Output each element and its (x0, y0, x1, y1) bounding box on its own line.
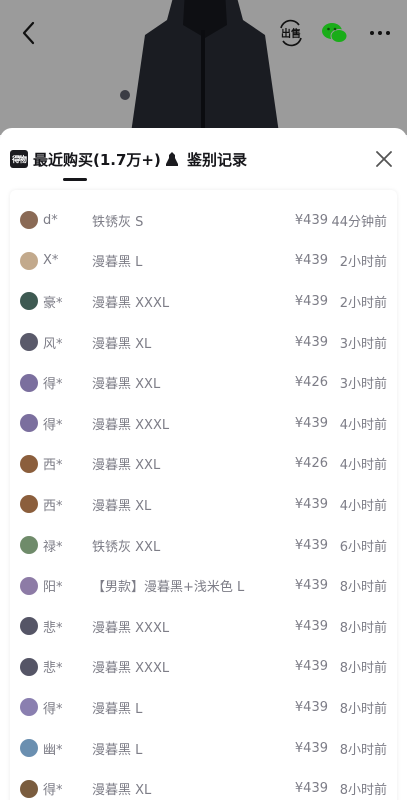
buyer-avatar (20, 251, 38, 270)
buyer-avatar (20, 454, 38, 473)
product-spec: 漫暮黑 XL (92, 336, 152, 352)
buyer-name: 西* (43, 458, 63, 474)
purchase-row: 得* 漫暮黑 L ¥439 8小时前 (10, 687, 397, 728)
purchase-time: 2小时前 (339, 295, 387, 311)
buyer-avatar (20, 739, 38, 758)
purchase-time: 6小时前 (339, 539, 387, 555)
purchase-sheet: 得物 最近购买(1.7万+) 鉴别记录 d* 铁锈灰 S ¥439 44分钟前 X* 漫暮… (0, 128, 407, 800)
purchase-time: 4小时前 (339, 498, 387, 514)
buyer-avatar (20, 495, 38, 514)
product-spec: 漫暮黑 XXXL (92, 417, 170, 433)
buyer-name: d* (43, 212, 58, 228)
purchase-row: 幽* 漫暮黑 L ¥439 8小时前 (10, 728, 397, 769)
buyer-avatar (20, 414, 38, 433)
product-spec: 铁锈灰 XXL (92, 539, 161, 555)
purchase-row: 悲* 漫暮黑 XXXL ¥439 8小时前 (10, 647, 397, 688)
product-spec: 漫暮黑 XXL (92, 458, 161, 474)
product-spec: 漫暮黑 XL (92, 783, 152, 799)
buyer-name: 豪* (43, 295, 63, 311)
product-spec: 漫暮黑 XXXL (92, 295, 170, 311)
purchase-time: 8小时前 (339, 661, 387, 677)
product-header: 出售 (0, 0, 407, 135)
product-spec: 漫暮黑 L (92, 701, 143, 717)
buyer-avatar (20, 576, 38, 595)
more-icon (370, 31, 390, 35)
more-button[interactable] (365, 18, 395, 48)
buyer-avatar (20, 617, 38, 636)
wechat-share-button[interactable] (320, 18, 350, 48)
purchase-row: d* 铁锈灰 S ¥439 44分钟前 (10, 200, 397, 241)
buyer-name: 得* (43, 783, 63, 799)
purchase-row: 得* 漫暮黑 XL ¥439 8小时前 (10, 768, 397, 800)
product-spec: 漫暮黑 XXXL (92, 661, 170, 677)
purchase-row: 得* 漫暮黑 XXL ¥426 3小时前 (10, 362, 397, 403)
purchase-row: 禄* 铁锈灰 XXL ¥439 6小时前 (10, 525, 397, 566)
active-tab-indicator (63, 178, 87, 181)
product-spec: 铁锈灰 S (92, 214, 144, 230)
back-icon (22, 21, 35, 45)
buyer-avatar (20, 657, 38, 676)
sell-icon: 出售 (280, 19, 302, 47)
product-spec: 漫暮黑 XL (92, 498, 152, 514)
purchase-time: 8小时前 (339, 742, 387, 758)
purchase-time: 8小时前 (339, 701, 387, 717)
purchase-row: 豪* 漫暮黑 XXXL ¥439 2小时前 (10, 281, 397, 322)
purchase-row: 风* 漫暮黑 XL ¥439 3小时前 (10, 322, 397, 363)
purchase-time: 8小时前 (339, 580, 387, 596)
product-spec: 漫暮黑 XXXL (92, 620, 170, 636)
purchase-time: 4小时前 (339, 417, 387, 433)
tab-auth-label: 鉴别记录 (187, 150, 248, 169)
dewu-logo-icon: 得物 (10, 150, 28, 168)
buyer-avatar (20, 211, 38, 230)
purchase-list: d* 铁锈灰 S ¥439 44分钟前 X* 漫暮黑 L ¥439 2小时前 豪* 漫暮黑 XXX… (10, 190, 397, 800)
purchase-row: 西* 漫暮黑 XL ¥439 4小时前 (10, 484, 397, 525)
product-image (120, 0, 280, 135)
sell-button[interactable]: 出售 (276, 18, 306, 48)
buyer-name: 悲* (43, 620, 63, 636)
purchase-time: 3小时前 (339, 377, 387, 393)
buyer-name: X* (43, 253, 59, 269)
tab-recent-label: 最近购买(1.7万+) (33, 150, 161, 169)
purchase-row: 阳* 【男款】漫暮黑+浅米色 L ¥439 8小时前 (10, 565, 397, 606)
purchase-time: 44分钟前 (331, 214, 387, 230)
buyer-avatar (20, 779, 38, 798)
buyer-name: 幽* (43, 742, 63, 758)
purchase-time: 8小时前 (339, 783, 387, 799)
purchase-row: 得* 漫暮黑 XXXL ¥439 4小时前 (10, 403, 397, 444)
sheet-tabs: 得物 最近购买(1.7万+) 鉴别记录 (0, 128, 407, 186)
tab-recent-purchases[interactable]: 得物 最近购买(1.7万+) (10, 148, 161, 170)
buyer-name: 禄* (43, 539, 63, 555)
buyer-avatar (20, 536, 38, 555)
purchase-time: 8小时前 (339, 620, 387, 636)
buyer-name: 得* (43, 701, 63, 717)
purchase-time: 2小时前 (339, 255, 387, 271)
buyer-name: 阳* (43, 580, 63, 596)
buyer-avatar (20, 333, 38, 352)
buyer-name: 悲* (43, 661, 63, 677)
back-button[interactable] (14, 18, 44, 48)
tab-authentication-records[interactable]: 鉴别记录 (163, 148, 247, 170)
product-spec: 【男款】漫暮黑+浅米色 L (92, 580, 245, 596)
product-spec: 漫暮黑 L (92, 255, 143, 271)
purchase-row: 西* 漫暮黑 XXL ¥426 4小时前 (10, 444, 397, 485)
authentication-icon (166, 152, 178, 166)
buyer-name: 得* (43, 377, 63, 393)
wechat-icon (322, 23, 348, 43)
buyer-name: 得* (43, 417, 63, 433)
purchase-time: 4小时前 (339, 458, 387, 474)
purchase-time: 3小时前 (339, 336, 387, 352)
product-spec: 漫暮黑 L (92, 742, 143, 758)
purchase-row: 悲* 漫暮黑 XXXL ¥439 8小时前 (10, 606, 397, 647)
buyer-name: 风* (43, 336, 63, 352)
buyer-avatar (20, 292, 38, 311)
buyer-avatar (20, 698, 38, 717)
buyer-avatar (20, 373, 38, 392)
product-spec: 漫暮黑 XXL (92, 377, 161, 393)
purchase-row: X* 漫暮黑 L ¥439 2小时前 (10, 241, 397, 282)
buyer-name: 西* (43, 498, 63, 514)
sell-label: 出售 (281, 27, 301, 40)
close-icon[interactable] (373, 148, 395, 170)
